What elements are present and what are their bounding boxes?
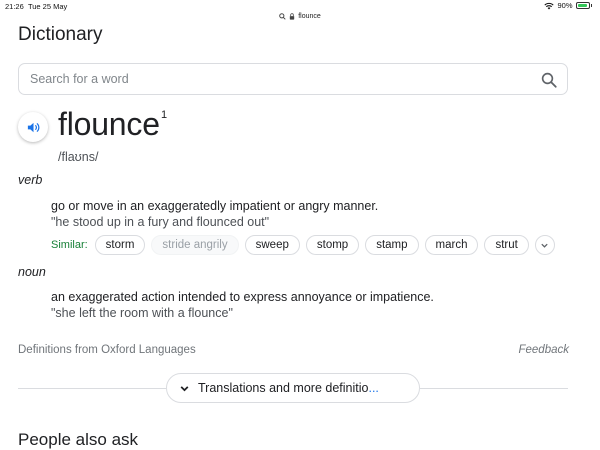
status-date: Tue 25 May	[27, 2, 68, 11]
feedback-link[interactable]: Feedback	[518, 344, 569, 356]
battery-tip	[590, 4, 592, 7]
headword: flounce	[58, 106, 160, 142]
translations-label: Translations and more definitio	[198, 381, 369, 395]
similar-chip-stomp[interactable]: stomp	[305, 235, 360, 255]
divider-left	[18, 388, 166, 389]
status-time: 21:26 Tue 25 May	[5, 2, 67, 11]
battery-percent: 90%	[557, 1, 573, 10]
similar-chip-sweep[interactable]: sweep	[244, 235, 300, 255]
translations-chevron	[179, 383, 190, 394]
wifi-icon	[544, 2, 555, 9]
magnifier-icon	[279, 13, 286, 20]
expand-similar-button[interactable]	[534, 235, 555, 255]
lock-icon	[290, 13, 295, 20]
similar-label: Similar:	[51, 239, 88, 251]
similar-words-row: Similar: storm stride angrily sweep stom…	[51, 235, 555, 255]
search-box[interactable]: Search for a word	[18, 63, 568, 95]
translations-more-button[interactable]: Translations and more definitio...	[166, 373, 420, 403]
definition-verb: go or move in an exaggeratedly impatient…	[51, 199, 379, 213]
page-title: Dictionary	[18, 24, 103, 45]
definition-noun: an exaggerated action intended to expres…	[51, 290, 434, 304]
chevron-down-icon	[180, 385, 189, 391]
chevron-down-icon	[541, 243, 549, 248]
similar-chip-stamp[interactable]: stamp	[365, 235, 419, 255]
battery-fill	[577, 4, 587, 7]
part-of-speech-verb: verb	[18, 173, 43, 187]
url-bar[interactable]: flounce	[0, 11, 600, 22]
search-input[interactable]: Search for a word	[30, 72, 129, 86]
speaker-icon	[27, 122, 39, 132]
search-icon[interactable]	[540, 71, 558, 89]
headword-superscript: 1	[161, 109, 168, 121]
people-also-ask-heading: People also ask	[18, 430, 139, 449]
example-noun: "she left the room with a flounce"	[51, 306, 233, 320]
similar-chip-strut[interactable]: strut	[484, 235, 529, 255]
battery-icon	[575, 2, 590, 9]
pronunciation: /flaʊns/	[58, 150, 99, 164]
part-of-speech-noun: noun	[18, 265, 46, 279]
pronunciation-audio-button[interactable]	[18, 112, 48, 142]
divider-right	[420, 388, 568, 389]
source-attribution: Definitions from Oxford Languages	[18, 344, 196, 356]
translations-ellipsis: ...	[368, 381, 379, 395]
status-clock: 21:26	[5, 2, 24, 11]
url-domain: flounce	[298, 13, 321, 20]
similar-chip-march[interactable]: march	[424, 235, 479, 255]
similar-chip-stride-angrily[interactable]: stride angrily	[151, 235, 239, 255]
example-verb: "he stood up in a fury and flounced out"	[51, 215, 270, 229]
similar-chip-storm[interactable]: storm	[94, 235, 146, 255]
status-indicators: 90%	[544, 1, 592, 10]
